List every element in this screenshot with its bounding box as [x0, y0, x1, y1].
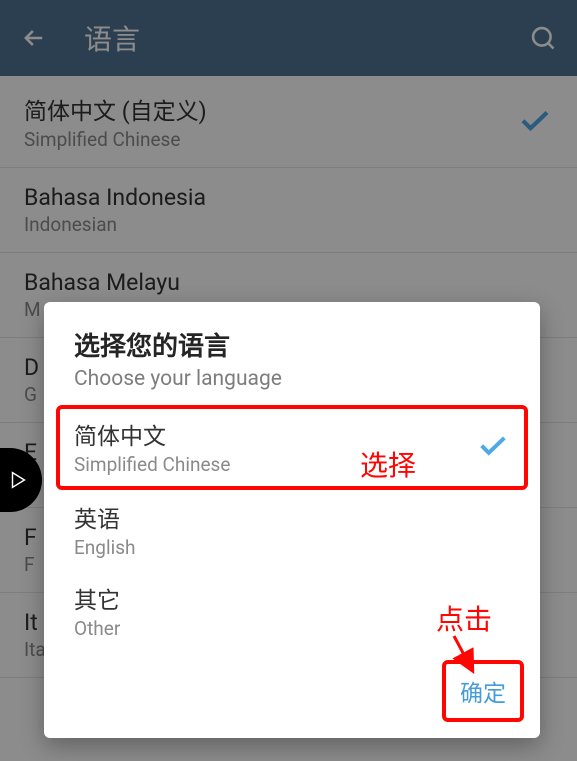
- option-english-name: Simplified Chinese: [74, 453, 230, 476]
- option-english-name: Other: [74, 617, 120, 640]
- dialog-option[interactable]: 英语 English: [56, 490, 528, 571]
- annotation-arrow-icon: [446, 632, 482, 680]
- check-icon: [476, 428, 510, 466]
- dialog-subtitle: Choose your language: [74, 367, 510, 391]
- dialog-title: 选择您的语言: [74, 326, 510, 363]
- option-native-name: 其它: [74, 581, 120, 615]
- option-native-name: 简体中文: [74, 417, 230, 451]
- option-native-name: 英语: [74, 500, 135, 534]
- option-english-name: English: [74, 536, 135, 559]
- dialog-option-selected[interactable]: 简体中文 Simplified Chinese: [56, 405, 528, 490]
- annotation-select-label: 选择: [360, 444, 416, 484]
